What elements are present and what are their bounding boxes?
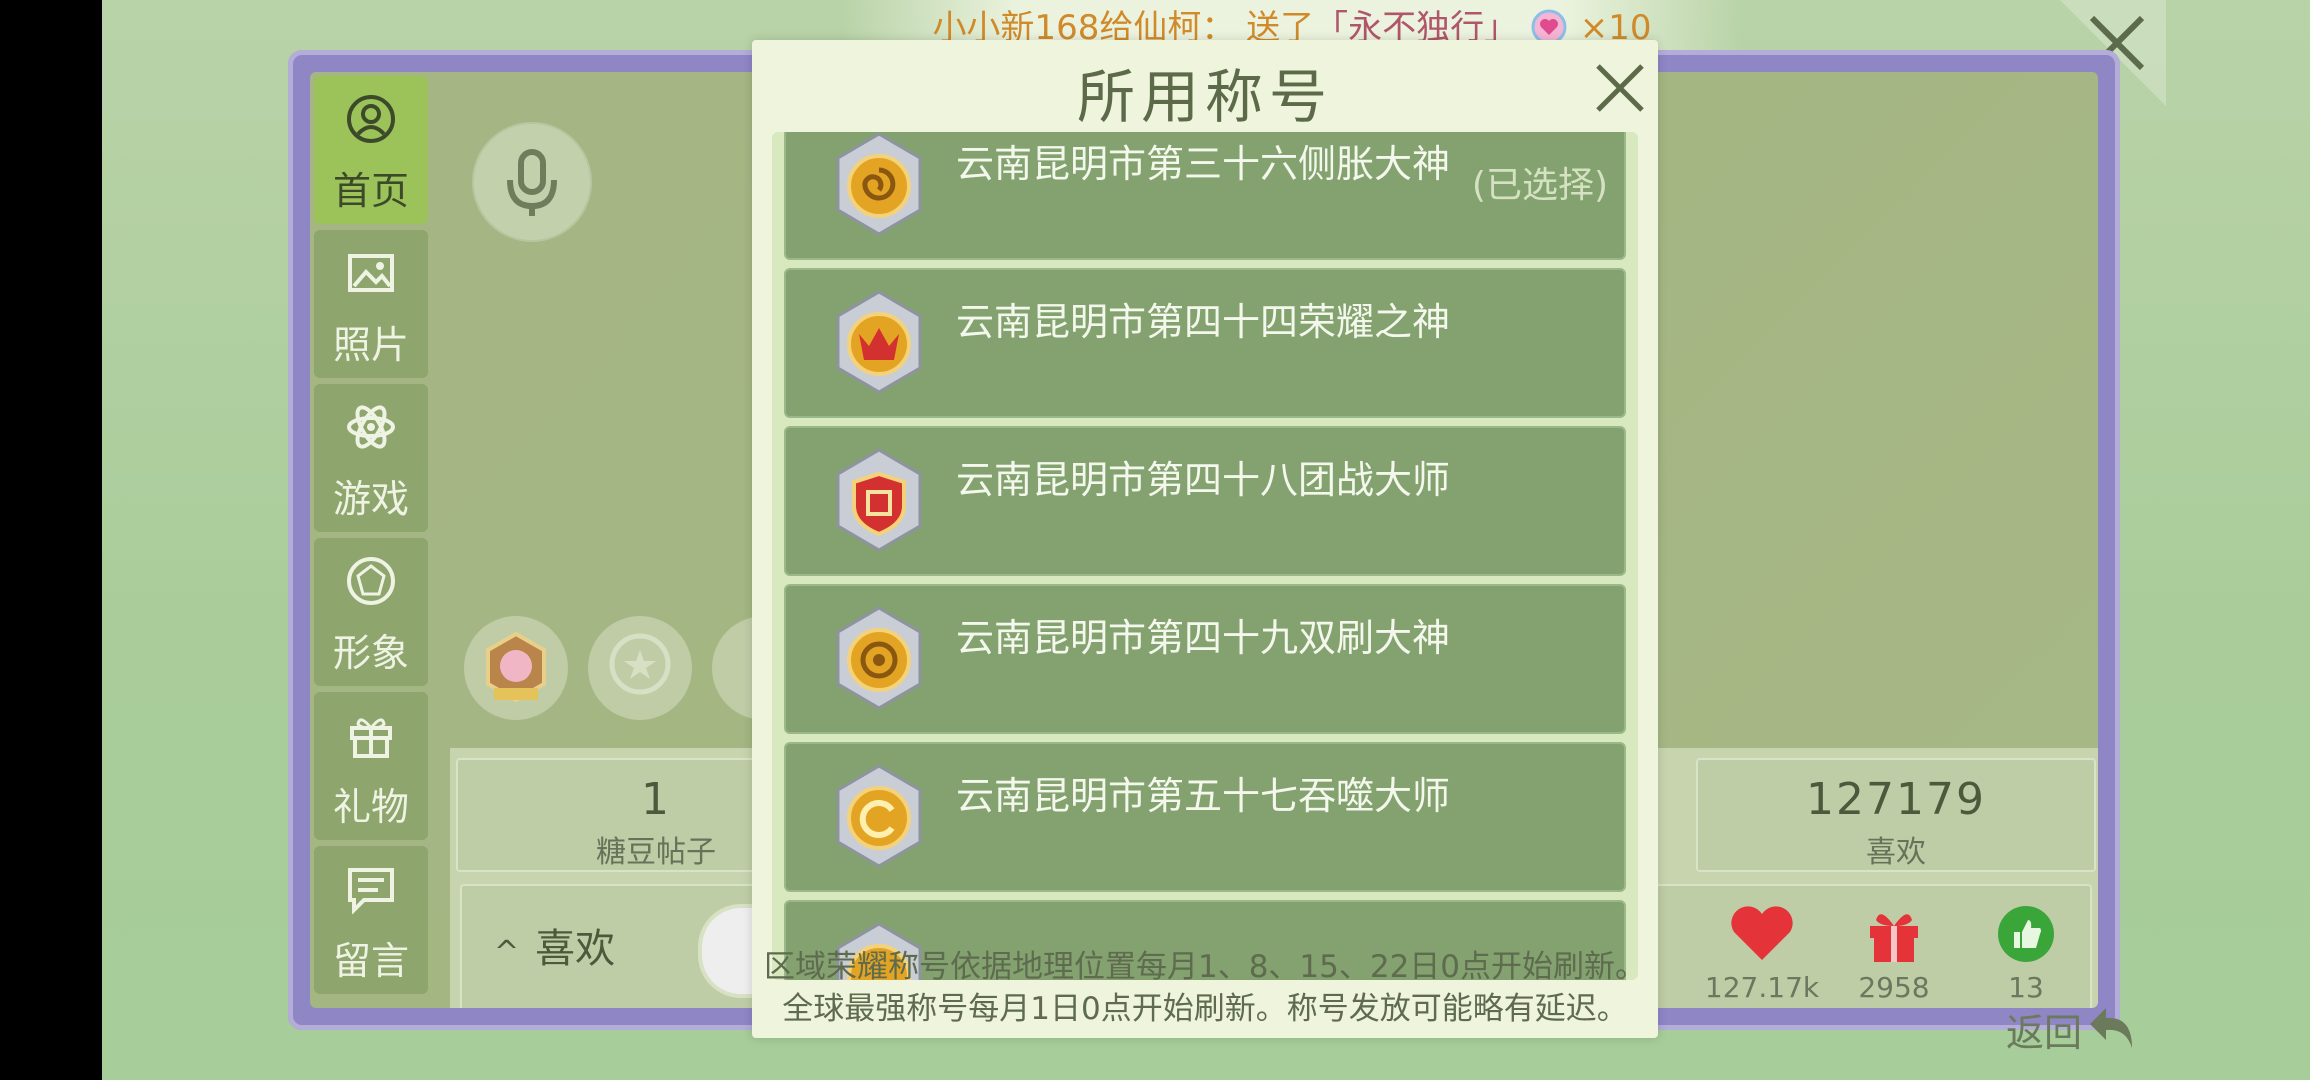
title-name: 云南昆明市第三十六侧胀大神 xyxy=(956,142,1451,186)
left-black-bar xyxy=(0,0,102,1080)
chevron-up-icon: ^ xyxy=(494,935,520,970)
title-row[interactable]: 云南昆明市第三十六侧胀大神 (已选择) xyxy=(784,132,1626,260)
gift-red-icon xyxy=(1870,914,1918,962)
spiral-medal-icon xyxy=(836,132,922,236)
stage: 小小新168给仙柯： 送了「永不独行」 ×10 首页 照片 游戏 形象 礼物 留… xyxy=(102,0,2310,1080)
back-label: 返回 xyxy=(2006,1011,2083,1055)
sidebar-label-games: 游戏 xyxy=(332,477,409,521)
title-name: 云南昆明市第五十七吞噬大师 xyxy=(956,774,1451,818)
refresh-note-line2: 全球最强称号每月1日0点开始刷新。称号发放可能略有延迟。 xyxy=(782,991,1628,1027)
message-icon xyxy=(348,868,394,914)
sidebar: 首页 照片 游戏 形象 礼物 留言 xyxy=(310,72,432,1008)
image-icon xyxy=(348,254,394,292)
crown-medal-icon xyxy=(836,290,922,394)
sidebar-label-avatar-look: 形象 xyxy=(332,631,409,675)
title-list: 云南昆明市第三十六侧胀大神 (已选择) 云南昆明市第四十四荣耀之神 云南昆明市第… xyxy=(772,132,1638,980)
likes-count: 127179 xyxy=(1806,774,1986,825)
title-name: 云南昆明市第四十八团战大师 xyxy=(956,458,1451,502)
likes-label: 喜欢 xyxy=(1866,835,1926,870)
honor-badge-slot[interactable] xyxy=(464,616,568,720)
hearts-count: 127.17k xyxy=(1704,971,1820,1004)
honor-badge-icon xyxy=(486,631,546,703)
heart-icon xyxy=(1731,906,1793,960)
empty-badge-slot[interactable] xyxy=(588,616,692,720)
sidebar-item-games[interactable]: 游戏 xyxy=(314,384,428,532)
sidebar-label-photos: 照片 xyxy=(332,323,409,367)
star-badge-icon xyxy=(609,633,671,695)
thumbs-stat[interactable]: 13 xyxy=(1966,904,2086,1004)
refresh-note: 区域荣耀称号依据地理位置每月1、8、15、22日0点开始刷新。 全球最强称号每月… xyxy=(752,946,1658,1030)
title-name: 云南昆明市第四十四荣耀之神 xyxy=(956,300,1451,344)
selected-tag: (已选择) xyxy=(1471,165,1608,206)
voice-button[interactable] xyxy=(474,124,590,240)
title-row[interactable]: 云南昆明市第五十七吞噬大师 xyxy=(784,742,1626,892)
title-select-dialog: 所用称号 云南昆明市第三十六侧胀大神 (已选择) 云南昆明市第四十四荣耀之神 云… xyxy=(752,40,1658,1038)
sidebar-label-messages: 留言 xyxy=(332,939,409,983)
atom-icon xyxy=(347,405,395,449)
gifts-count: 2958 xyxy=(1858,971,1930,1004)
user-circle-icon xyxy=(347,95,395,143)
sidebar-item-avatar-look[interactable]: 形象 xyxy=(314,538,428,686)
team-shield-medal-icon xyxy=(836,448,922,552)
back-arrow-icon xyxy=(2090,1008,2132,1048)
microphone-icon xyxy=(507,149,557,216)
sidebar-label-gifts: 礼物 xyxy=(332,785,409,829)
title-row[interactable]: 云南昆明市第四十四荣耀之神 xyxy=(784,268,1626,418)
back-button[interactable]: 返回 xyxy=(1980,992,2220,1072)
dialog-close-icon[interactable] xyxy=(1590,58,1650,118)
sidebar-item-gifts[interactable]: 礼物 xyxy=(314,692,428,840)
swirl-medal-icon xyxy=(836,764,922,868)
thumbs-up-icon xyxy=(1998,906,2054,962)
likes-stat[interactable]: 127179 喜欢 xyxy=(1696,758,2096,872)
title-name: 云南昆明市第四十九双刷大神 xyxy=(956,616,1451,660)
dialog-title: 所用称号 xyxy=(1076,63,1333,131)
sidebar-item-photos[interactable]: 照片 xyxy=(314,230,428,378)
title-row[interactable]: 云南昆明市第四十九双刷大神 xyxy=(784,584,1626,734)
title-row[interactable]: 云南昆明市第四十八团战大师 xyxy=(784,426,1626,576)
gift-icon xyxy=(350,718,392,758)
diamond-icon xyxy=(347,557,395,605)
hearts-stat[interactable]: 127.17k xyxy=(1702,904,1822,1004)
sidebar-label-home: 首页 xyxy=(332,169,409,213)
sidebar-item-messages[interactable]: 留言 xyxy=(314,846,428,994)
gifts-stat[interactable]: 2958 xyxy=(1834,904,1954,1004)
likes-toggle[interactable]: ^ 喜欢 xyxy=(494,916,615,974)
likes-toggle-label: 喜欢 xyxy=(535,926,616,972)
refresh-note-line1: 区域荣耀称号依据地理位置每月1、8、15、22日0点开始刷新。 xyxy=(763,949,1647,985)
orbit-medal-icon xyxy=(836,606,922,710)
sidebar-item-home[interactable]: 首页 xyxy=(314,76,428,224)
